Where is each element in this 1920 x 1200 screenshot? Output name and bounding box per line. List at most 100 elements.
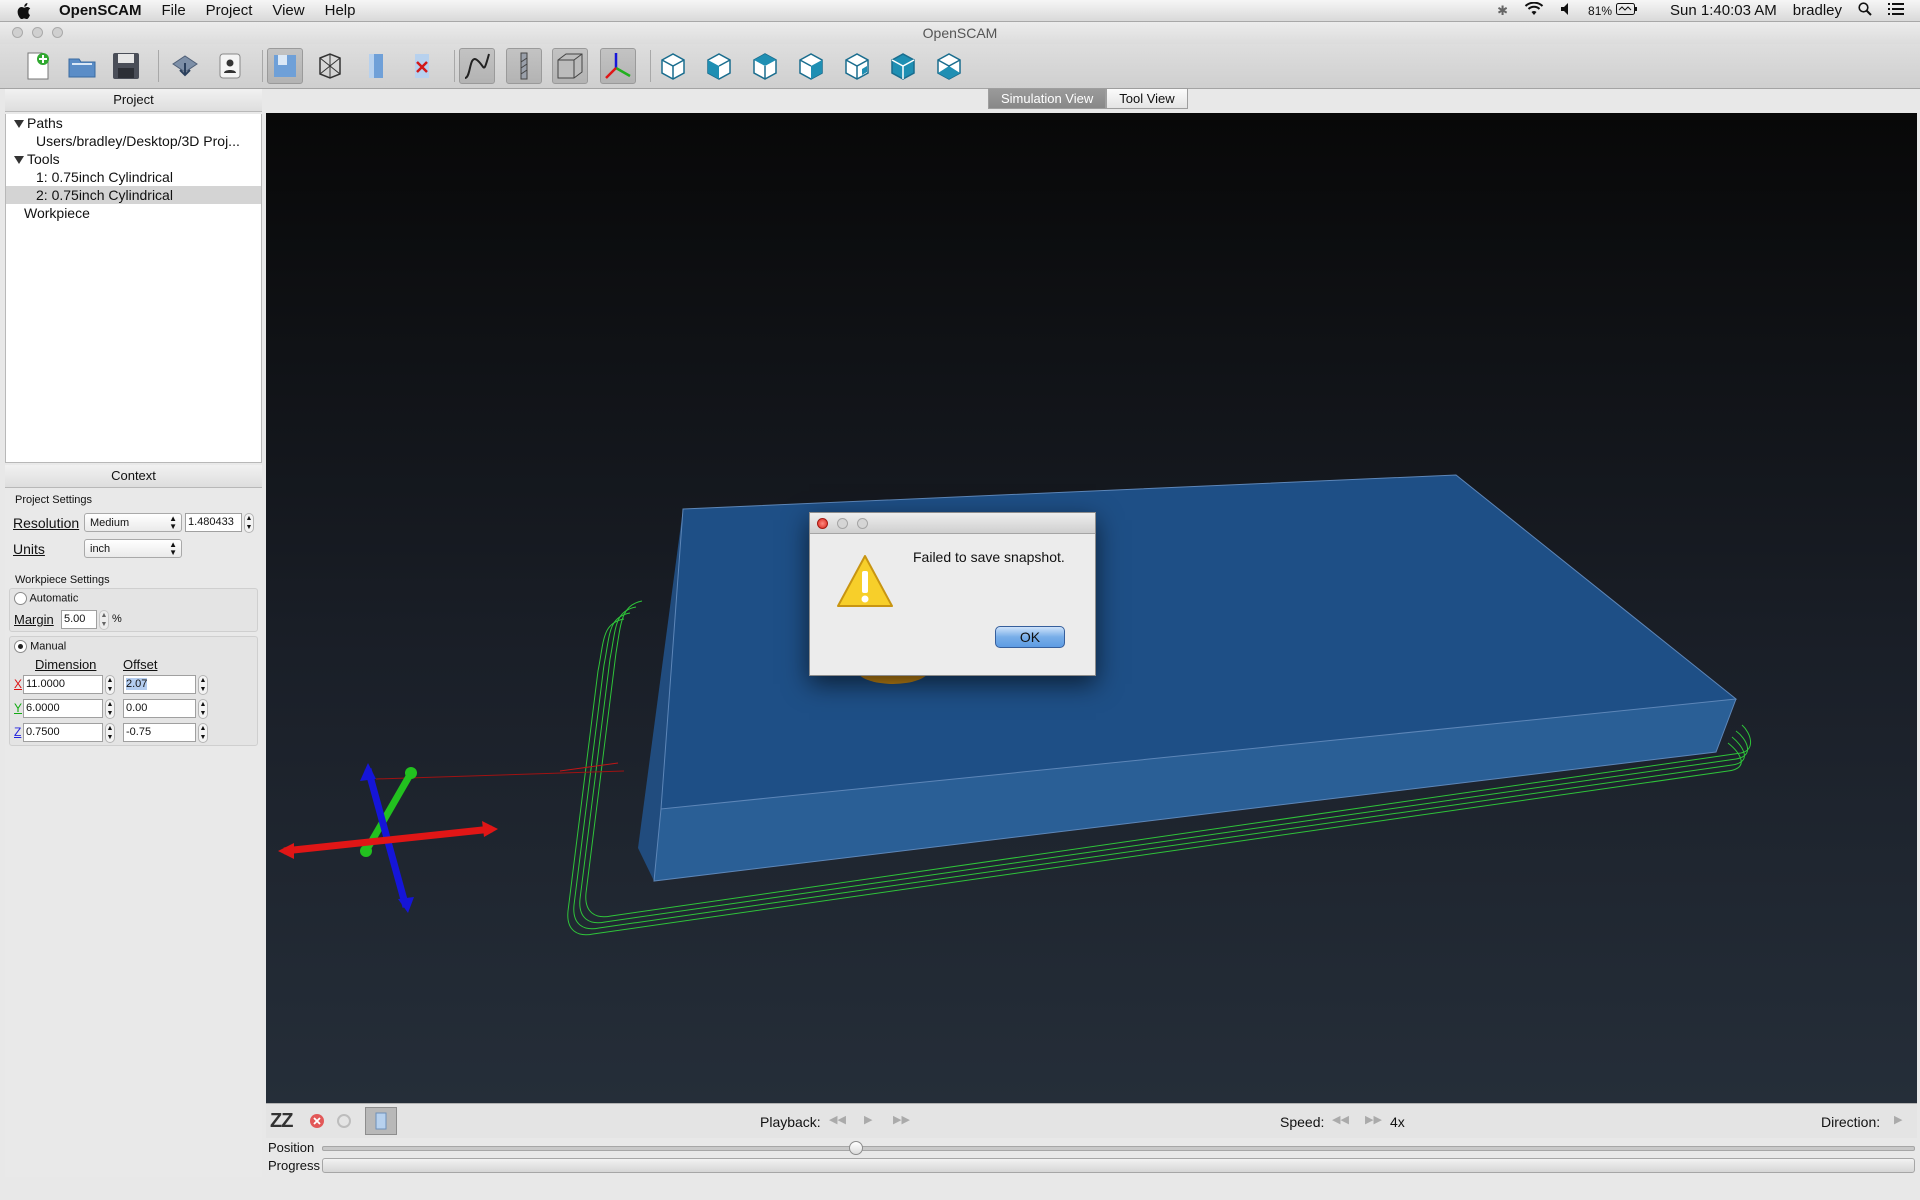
tree-item-tool-1[interactable]: 1: 0.75inch Cylindrical — [6, 168, 261, 186]
fast-forward-icon[interactable]: ▶▶ — [893, 1113, 910, 1126]
stop-icon[interactable] — [309, 1113, 325, 1132]
workpiece-toggle-button[interactable] — [365, 1107, 397, 1135]
rewind-icon[interactable]: ◀◀ — [829, 1113, 846, 1126]
tree-item-path-file[interactable]: Users/bradley/Desktop/3D Proj... — [6, 132, 261, 150]
dimension-x-field[interactable]: 11.0000 — [23, 675, 103, 694]
surface-button[interactable] — [552, 48, 588, 84]
view-back-button[interactable] — [885, 48, 921, 84]
offset-y-field[interactable]: 0.00 — [123, 699, 196, 718]
context-panel-title: Context — [5, 465, 262, 488]
view-front-button[interactable] — [701, 48, 737, 84]
tree-item-paths[interactable]: Paths — [6, 114, 261, 132]
spotlight-icon[interactable] — [1858, 1, 1872, 20]
menu-help[interactable]: Help — [315, 2, 366, 19]
sleep-icon[interactable]: ZZ — [270, 1110, 293, 1133]
snapshot-button[interactable] — [267, 48, 303, 84]
workpiece-button[interactable] — [358, 48, 394, 84]
offset-z-stepper[interactable]: ▲ ▼ — [198, 723, 208, 743]
export-icon — [172, 55, 198, 77]
wifi-icon[interactable] — [1524, 1, 1544, 20]
dimension-z-stepper[interactable]: ▲ ▼ — [105, 723, 115, 743]
battery-icon[interactable] — [1616, 2, 1638, 19]
view-right-button[interactable] — [839, 48, 875, 84]
menu-project[interactable]: Project — [196, 2, 263, 19]
settings-button[interactable] — [212, 48, 248, 84]
view-back-icon — [891, 53, 915, 80]
offset-y-stepper[interactable]: ▲ ▼ — [198, 699, 208, 719]
menubar-user[interactable]: bradley — [1793, 2, 1842, 19]
view-top-button[interactable] — [747, 48, 783, 84]
axes-icon — [605, 53, 631, 79]
axes-button[interactable] — [600, 48, 636, 84]
units-label: Units — [13, 541, 45, 557]
tree-item-workpiece[interactable]: Workpiece — [6, 204, 261, 222]
wireframe-button[interactable] — [312, 48, 348, 84]
tree-item-tools[interactable]: Tools — [6, 150, 261, 168]
view-bottom-button[interactable] — [931, 48, 967, 84]
dimension-y-field[interactable]: 6.0000 — [23, 699, 103, 718]
menu-file[interactable]: File — [152, 2, 196, 19]
speed-down-icon[interactable]: ◀◀ — [1332, 1113, 1349, 1126]
new-project-button[interactable] — [20, 48, 56, 84]
project-settings-group: Resolution Medium ▲ ▼ 1.480433 ▲ ▼ Units in… — [9, 508, 258, 564]
snapshot-icon — [274, 55, 296, 77]
margin-stepper[interactable]: ▲ ▼ — [99, 610, 109, 630]
save-project-button[interactable] — [108, 48, 144, 84]
tree-item-tool-2[interactable]: 2: 0.75inch Cylindrical — [6, 186, 261, 204]
position-slider[interactable] — [322, 1141, 1915, 1155]
app-menu[interactable]: OpenSCAM — [51, 2, 152, 19]
dialog-message: Failed to save snapshot. — [913, 549, 1065, 565]
select-arrows-icon: ▲ ▼ — [169, 514, 177, 531]
dimension-y-stepper[interactable]: ▲ ▼ — [105, 699, 115, 719]
resolution-stepper[interactable]: ▲ ▼ — [244, 513, 254, 533]
export-button[interactable] — [167, 48, 203, 84]
offset-x-field[interactable]: 2.07 — [123, 675, 196, 694]
manual-radio[interactable]: Manual — [14, 640, 66, 653]
automatic-radio[interactable]: Automatic — [14, 592, 78, 605]
resolution-select[interactable]: Medium ▲ ▼ — [84, 513, 182, 532]
direction-label: Direction: — [1821, 1114, 1881, 1130]
left-panel: Project Paths Users/bradley/Desktop/3D P… — [5, 89, 262, 1177]
direction-icon[interactable]: ▶ — [1894, 1113, 1902, 1126]
offset-x-stepper[interactable]: ▲ ▼ — [198, 675, 208, 695]
units-select[interactable]: inch ▲ ▼ — [84, 539, 182, 558]
dimension-x-stepper[interactable]: ▲ ▼ — [105, 675, 115, 695]
margin-label: Margin — [14, 612, 54, 627]
tool-icon — [520, 52, 528, 80]
offset-z-field[interactable]: -0.75 — [123, 723, 196, 742]
open-project-button[interactable] — [64, 48, 100, 84]
radio-on-icon — [14, 640, 27, 653]
play-icon[interactable]: ▶ — [864, 1113, 872, 1126]
view-right-icon — [845, 53, 869, 80]
menubar-clock[interactable]: Sun 1:40:03 AM — [1670, 2, 1777, 19]
view-left-button[interactable] — [793, 48, 829, 84]
window-title: OpenSCAM — [0, 22, 1920, 44]
playback-bar: ZZ Playback: ◀◀ ▶ ▶▶ Speed: ◀◀ ▶▶ 4x Dir… — [266, 1103, 1917, 1138]
clear-button[interactable] — [404, 48, 440, 84]
dimension-z-field[interactable]: 0.7500 — [23, 723, 103, 742]
speed-up-icon[interactable]: ▶▶ — [1365, 1113, 1382, 1126]
close-window-icon[interactable] — [12, 27, 23, 38]
disclosure-triangle-icon[interactable] — [14, 120, 24, 128]
tab-simulation-view[interactable]: Simulation View — [988, 88, 1107, 109]
tool-button[interactable] — [506, 48, 542, 84]
view-iso-button[interactable] — [655, 48, 691, 84]
close-dialog-icon[interactable] — [817, 518, 828, 529]
margin-field[interactable]: 5.00 — [61, 610, 97, 629]
reload-icon[interactable] — [336, 1113, 352, 1132]
resolution-number-field[interactable]: 1.480433 — [185, 513, 242, 532]
path-button[interactable] — [459, 48, 495, 84]
bluetooth-icon[interactable]: ✱ — [1497, 3, 1508, 19]
tab-tool-view[interactable]: Tool View — [1106, 88, 1188, 109]
position-slider-knob[interactable] — [848, 1141, 863, 1155]
position-label: Position — [268, 1140, 315, 1155]
volume-icon[interactable] — [1560, 2, 1572, 20]
minimize-window-icon[interactable] — [32, 27, 43, 38]
menu-view[interactable]: View — [262, 2, 314, 19]
apple-icon[interactable] — [17, 2, 37, 19]
ok-button[interactable]: OK — [995, 626, 1065, 648]
zoom-window-icon[interactable] — [52, 27, 63, 38]
disclosure-triangle-icon[interactable] — [14, 156, 24, 164]
open-project-icon — [68, 58, 96, 78]
notification-list-icon[interactable] — [1888, 2, 1904, 20]
